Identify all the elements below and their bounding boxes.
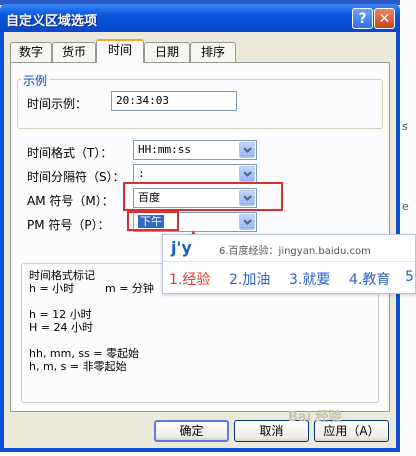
close-button[interactable]: ✕	[374, 8, 395, 29]
ime-candidate-1[interactable]: 1.经验	[169, 269, 210, 289]
time-separator-label: 时间分隔符（S）：	[27, 170, 125, 184]
ime-candidate-5[interactable]: 5	[405, 269, 414, 285]
help-button[interactable]: ?	[352, 8, 373, 29]
time-format-value: HH:mm:ss	[138, 143, 191, 156]
ime-candidate-3[interactable]: 3.就要	[289, 269, 330, 289]
ok-button[interactable]: 确定	[154, 420, 229, 442]
notation-minute: m = 分钟	[105, 282, 154, 295]
notation-title: 时间格式标记	[29, 269, 95, 282]
ok-label: 确定	[179, 424, 204, 438]
time-example-field: 20:34:03	[111, 91, 237, 111]
ime-hint-text: 6.百度经验：jingyan.baidu.com	[219, 246, 371, 257]
dialog-title: 自定义区域选项	[6, 14, 98, 29]
notation-hour: h = 小时	[29, 282, 75, 295]
ime-candidate-4[interactable]: 4.教育	[349, 269, 390, 289]
time-separator-value: :	[138, 167, 145, 180]
pm-symbol-label: PM 符号（P）：	[27, 218, 110, 232]
ime-candidate-2[interactable]: 2.加油	[229, 269, 270, 289]
tab-currency[interactable]: 货币	[52, 42, 96, 62]
tab-label: 数字	[18, 45, 43, 59]
background-window-edge: s e	[400, 0, 416, 456]
time-example-value: 20:34:03	[116, 94, 169, 107]
tab-label: 日期	[154, 45, 179, 59]
ime-candidate-popup: j'y 6.百度经验：jingyan.baidu.com 1.经验 2.加油 3…	[162, 234, 416, 294]
example-legend: 示例	[21, 72, 50, 89]
am-symbol-select[interactable]: 百度	[133, 188, 257, 208]
time-format-select[interactable]: HH:mm:ss	[133, 140, 257, 160]
background-text: s	[402, 120, 408, 133]
chevron-down-icon[interactable]	[239, 190, 255, 206]
am-symbol-label: AM 符号（M）：	[27, 194, 114, 208]
notation-24h: H = 24 小时	[29, 321, 93, 334]
background-text: e	[402, 200, 409, 213]
tab-label: 排序	[200, 45, 225, 59]
tab-date[interactable]: 日期	[144, 42, 190, 62]
am-symbol-value: 百度	[138, 191, 160, 204]
apply-label: 应用（A）	[323, 424, 380, 438]
ime-composition-row: j'y 6.百度经验：jingyan.baidu.com	[163, 235, 415, 262]
tab-number[interactable]: 数字	[10, 42, 52, 62]
chevron-down-icon[interactable]	[239, 214, 255, 230]
watermark-logo: Bai 经验	[288, 410, 342, 425]
close-icon: ✕	[378, 11, 391, 27]
time-example-label: 时间示例：	[27, 97, 88, 111]
chevron-down-icon[interactable]	[239, 166, 255, 182]
tab-sort[interactable]: 排序	[190, 42, 236, 62]
cancel-label: 取消	[259, 424, 284, 438]
title-bar[interactable]: 自定义区域选项 ? ✕	[0, 4, 400, 32]
time-separator-select[interactable]: :	[133, 164, 257, 184]
tab-time[interactable]: 时间	[96, 39, 144, 63]
pm-highlight-box	[127, 211, 179, 231]
tab-label: 时间	[107, 43, 132, 57]
time-format-label: 时间格式（T）：	[27, 146, 113, 160]
notation-leading-zero: hh, mm, ss = 零起始	[29, 347, 140, 360]
chevron-down-icon[interactable]	[239, 142, 255, 158]
ime-composition-text: j'y	[171, 238, 192, 257]
tab-label: 货币	[61, 45, 86, 59]
question-icon: ?	[358, 11, 367, 27]
notation-no-leading-zero: h, m, s = 非零起始	[29, 360, 127, 373]
notation-12h: h = 12 小时	[29, 308, 92, 321]
